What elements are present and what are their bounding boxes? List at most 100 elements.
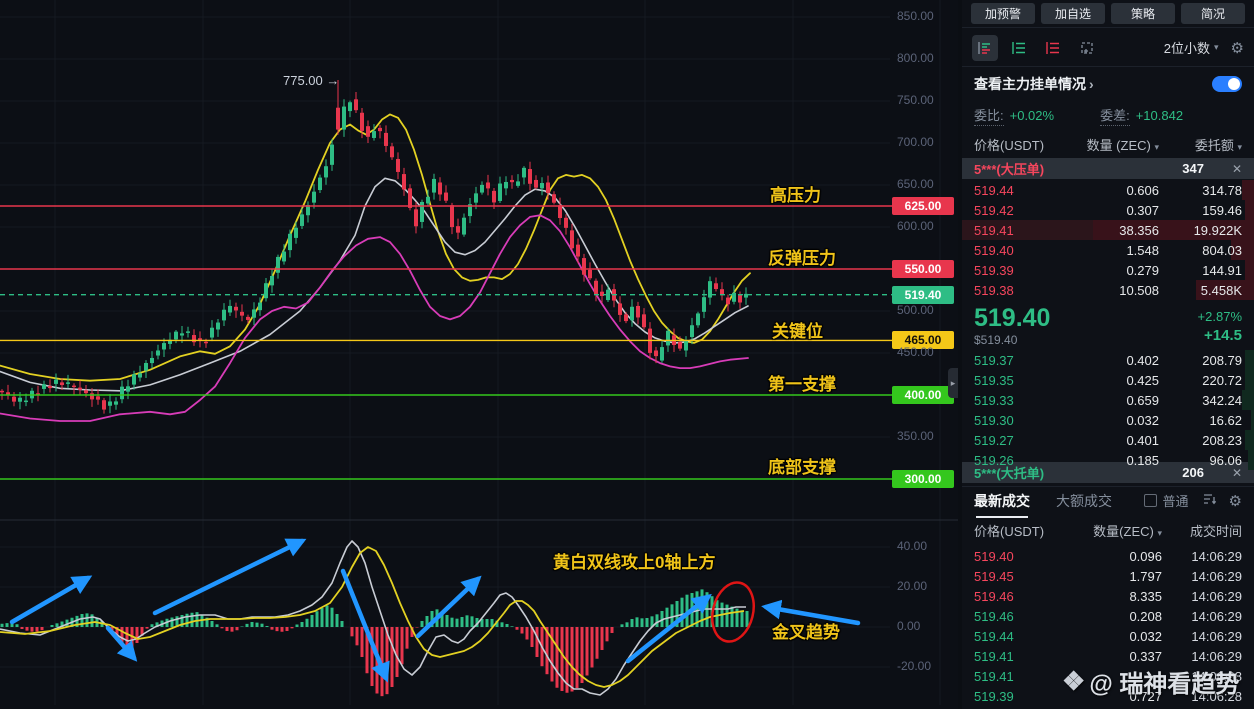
close-icon[interactable]: ✕ [1232,162,1242,176]
ask-t: 159.46 [1202,202,1242,218]
trade-p: 519.41 [974,668,1014,684]
book-buy-icon[interactable] [1006,35,1032,61]
big-sell-order-row[interactable]: 5***(大压单) 347 ✕ [962,158,1254,179]
ask-p: 519.39 [974,262,1014,278]
depth-bar [1245,430,1254,450]
trade-row[interactable]: 519.46 0.208 14:06:29 [962,606,1254,626]
chevron-right-icon: › [1089,76,1094,92]
ask-p: 519.40 [974,242,1014,258]
ask-t: 804.03 [1202,242,1242,258]
trades-header: 价格(USDT) 数量(ZEC) ▾ 成交时间 [962,518,1254,542]
trade-row[interactable]: 519.46 8.335 14:06:29 [962,586,1254,606]
depth-bar [1242,180,1254,200]
trade-row[interactable]: 519.39 0.727 14:06:28 [962,686,1254,706]
ask-p: 519.38 [974,282,1014,298]
depth-bar [1248,450,1254,470]
ask-row[interactable]: 519.40 1.548 804.03 [962,240,1254,260]
ask-t: 5.458K [1200,282,1242,298]
gear-icon[interactable]: ⚙ [1231,39,1244,57]
ask-q: 10.508 [1119,282,1159,298]
change-absolute: +14.5 [1204,327,1242,344]
trade-q: 0.727 [1129,688,1162,704]
trades-tabs-row: 最新成交 大额成交 普通 ⚙ [962,486,1254,518]
normal-checkbox[interactable] [1143,494,1157,507]
ask-row[interactable]: 519.38 10.508 5.458K [962,280,1254,300]
trade-t: 14:06:29 [1191,588,1242,604]
ask-row[interactable]: 519.44 0.606 314.78 [962,180,1254,200]
strategy-button[interactable]: 策略 [1111,3,1175,24]
trade-p: 519.45 [974,568,1014,584]
trade-row[interactable]: 519.40 0.096 14:06:29 [962,546,1254,566]
ask-q: 38.356 [1119,222,1159,238]
orderbook-bids: 519.37 0.402 208.79 519.35 0.425 220.72 519.33… [962,350,1254,470]
trade-row[interactable]: 519.41 0.337 14:06:29 [962,646,1254,666]
candlestick-macd-chart[interactable] [0,0,958,709]
ask-p: 519.42 [974,202,1014,218]
ask-row[interactable]: 519.42 0.307 159.46 [962,200,1254,220]
orderbook-header-price: 价格(USDT) [974,137,1045,153]
bid-row[interactable]: 519.26 0.185 96.06 [962,450,1254,470]
book-both-icon[interactable] [972,34,998,61]
bid-row[interactable]: 519.33 0.659 342.24 [962,390,1254,410]
weibi-value: +0.02% [1009,107,1055,123]
add-panel-icon[interactable] [1074,35,1100,61]
bid-row[interactable]: 519.27 0.401 208.23 [962,430,1254,450]
chevron-down-icon: ▾ [1237,141,1242,152]
gear-icon[interactable]: ⚙ [1229,492,1242,510]
bid-row[interactable]: 519.30 0.032 16.62 [962,410,1254,430]
bid-row[interactable]: 519.37 0.402 208.79 [962,350,1254,370]
trade-p: 519.41 [974,648,1014,664]
trade-row[interactable]: 519.44 0.032 14:06:29 [962,626,1254,646]
normal-checkbox-label: 普通 [1162,494,1189,509]
book-sell-icon[interactable] [1040,35,1066,61]
chevron-down-icon: ▾ [1214,42,1219,52]
trade-row[interactable]: 519.41 14:06:28 [962,666,1254,686]
ask-q: 1.548 [1126,242,1159,258]
tab-large-trades[interactable]: 大额成交 [1056,491,1112,511]
trade-p: 519.40 [974,548,1014,564]
trades-header-price: 价格(USDT) [974,523,1045,539]
trade-t: 14:06:29 [1191,648,1242,664]
bid-p: 519.30 [974,412,1014,428]
bid-q: 0.425 [1126,372,1159,388]
bid-t: 96.06 [1209,452,1242,468]
bid-q: 0.185 [1126,452,1159,468]
main-orders-link[interactable]: 查看主力挂单情况 [974,74,1086,94]
bid-p: 519.33 [974,392,1014,408]
ask-row[interactable]: 519.41 38.356 19.922K [962,220,1254,240]
trade-t: 14:06:29 [1191,568,1242,584]
trades-header-qty[interactable]: 数量(ZEC) ▾ [1062,521,1162,540]
bid-p: 519.26 [974,452,1014,468]
close-icon[interactable]: ✕ [1232,466,1242,480]
panel-collapse-handle[interactable]: ▸ [948,368,958,398]
bid-q: 0.032 [1126,412,1159,428]
add-favorite-button[interactable]: 加自选 [1041,3,1105,24]
decimals-dropdown[interactable]: 2位小数 ▾ [1164,38,1219,57]
orderbook-header-qty[interactable]: 数量 (ZEC) ▾ [1064,135,1159,154]
tab-latest-trades[interactable]: 最新成交 [974,491,1030,518]
bid-q: 0.401 [1126,432,1159,448]
bid-p: 519.35 [974,372,1014,388]
order-stats-row: 委比: +0.02% 委差: +10.842 [962,102,1254,128]
trade-t: 14:06:29 [1191,628,1242,644]
trade-t: 14:06:29 [1191,548,1242,564]
trade-q: 0.096 [1129,548,1162,564]
bid-t: 16.62 [1209,412,1242,428]
main-orders-toggle[interactable] [1212,76,1242,92]
depth-bar [1242,390,1254,410]
ask-t: 314.78 [1202,182,1242,198]
trade-p: 519.46 [974,608,1014,624]
ask-p: 519.44 [974,182,1014,198]
trade-p: 519.44 [974,628,1014,644]
bid-row[interactable]: 519.35 0.425 220.72 [962,370,1254,390]
sort-icon[interactable] [1203,492,1217,510]
add-alert-button[interactable]: 加预警 [971,3,1035,24]
trade-row[interactable]: 519.45 1.797 14:06:29 [962,566,1254,586]
ask-p: 519.41 [974,222,1014,238]
price-chart-pane[interactable]: 625.00 550.00 519.40 465.00 400.00 300.00 850.… [0,0,958,709]
orderbook-header-total[interactable]: 委托额 ▾ [1159,135,1242,154]
ask-row[interactable]: 519.39 0.279 144.91 [962,260,1254,280]
profile-button[interactable]: 简况 [1181,3,1245,24]
orderbook-asks: 519.44 0.606 314.78 519.42 0.307 159.46 519.41… [962,180,1254,300]
big-sell-label: 5***(大压单) [974,162,1045,177]
